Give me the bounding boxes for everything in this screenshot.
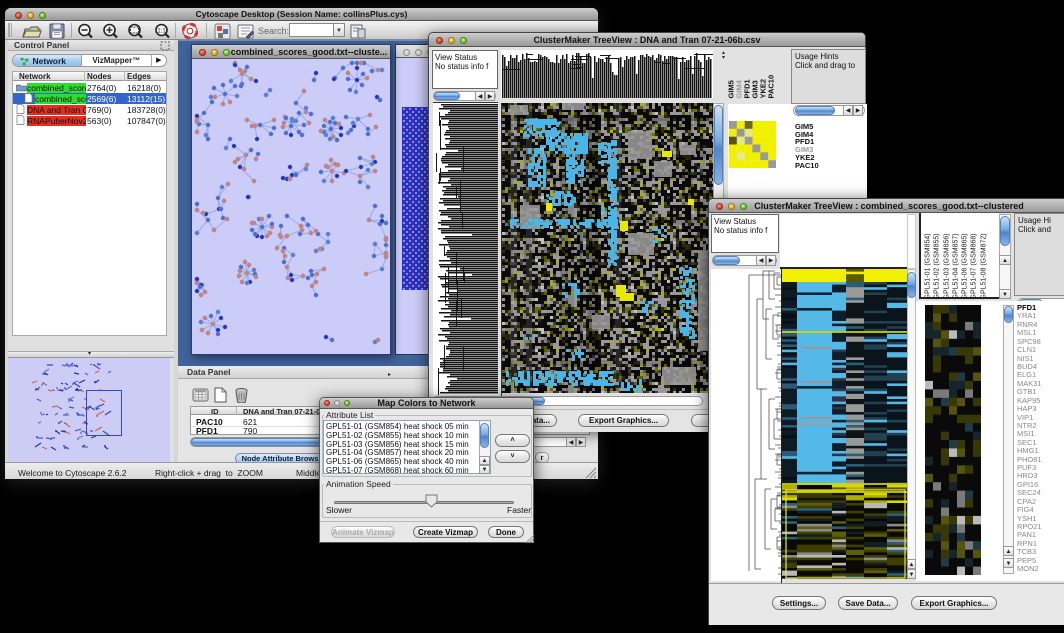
svg-text:1:1: 1:1 [157, 29, 166, 35]
